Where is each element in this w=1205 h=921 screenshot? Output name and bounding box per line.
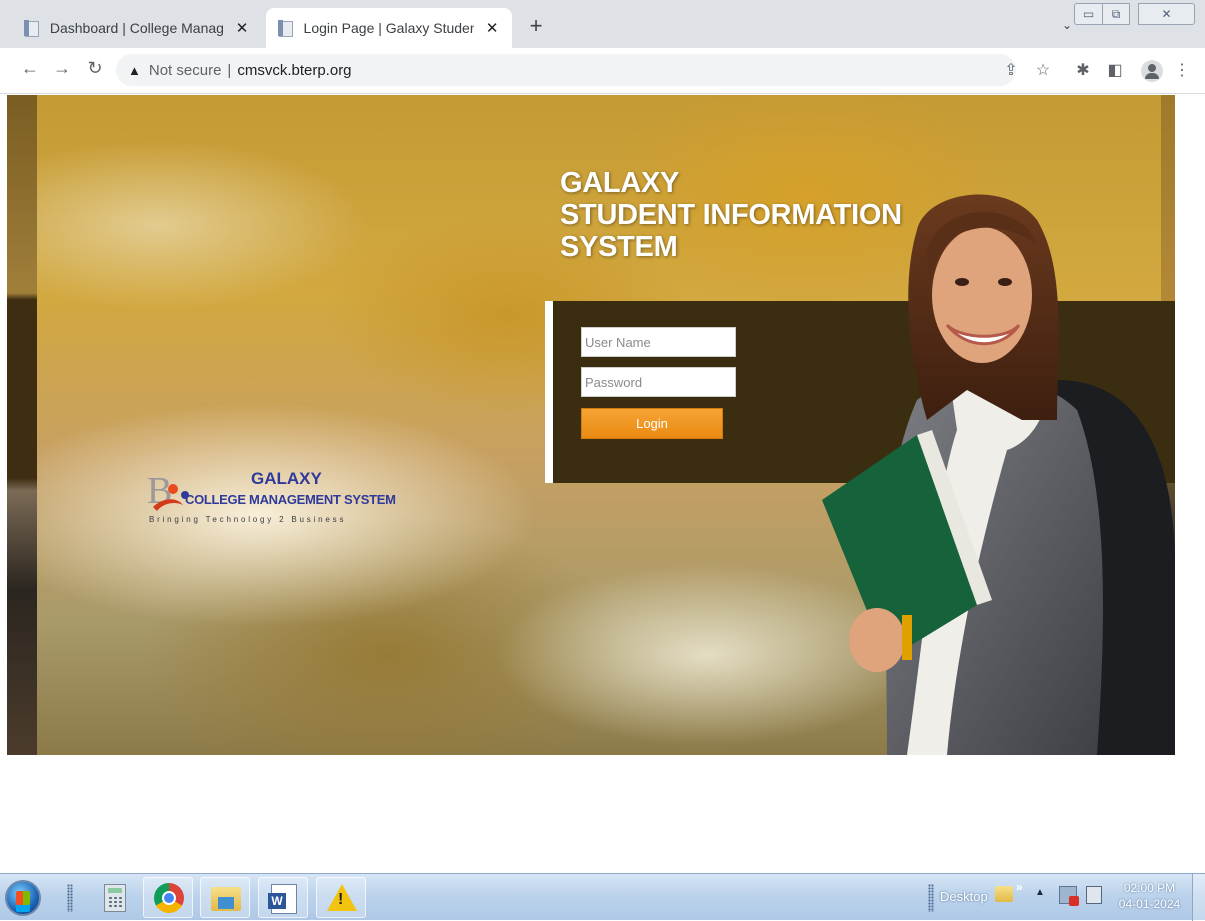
logo-tagline: Bringing Technology 2 Business [149,515,347,524]
taskbar-app-warning[interactable] [316,877,366,918]
logo-mark-icon: B [147,471,189,512]
tab-login-page[interactable]: Login Page | Galaxy Student Information … [266,8,512,48]
show-desktop-button[interactable] [1192,874,1205,921]
tab-title: Dashboard | College Management System [49,20,224,36]
password-input[interactable] [581,367,736,397]
tray-grip [928,884,934,912]
logo-name-cms: COLLEGE MANAGEMENT SYSTEM [185,492,396,507]
network-disconnected-icon[interactable] [1059,886,1079,906]
taskbar-grip [67,884,73,912]
taskbar-app-chrome[interactable] [143,877,193,918]
tab-title: Login Page | Galaxy Student Information … [303,20,475,36]
clock-time: 02:00 PM [1123,881,1176,895]
chrome-icon [154,883,184,913]
login-button[interactable]: Login [581,408,723,439]
display-icon[interactable] [1086,886,1102,904]
tab-search-chevron-icon[interactable]: ⌄ [1062,18,1072,32]
desktop-toolbar-label[interactable]: Desktop [940,889,988,904]
address-bar[interactable]: ▲ Not secure | cmsvck.bterp.org [116,54,1016,86]
galaxy-logo: B GALAXY COLLEGE MANAGEMENT SYSTEM Bring… [147,467,396,537]
tab-dashboard[interactable]: Dashboard | College Management System ✕ [12,8,262,48]
word-icon [268,884,297,914]
close-icon[interactable]: ✕ [484,19,500,37]
taskbar-app-calculator[interactable] [90,877,140,918]
minimize-button[interactable]: ▭ [1074,3,1103,25]
forward-arrow-icon[interactable]: → [50,58,74,79]
side-panel-icon[interactable]: ◧ [1104,60,1126,80]
windows-taskbar: Desktop » ▲ 02:00 PM 04-01-2024 [0,873,1205,921]
new-tab-button[interactable]: + [524,15,548,39]
page-icon [278,20,294,37]
window-controls: ▭ ⧉ ✕ [1074,3,1198,25]
menu-kebab-icon[interactable]: ⋮ [1171,60,1193,80]
clock-date: 04-01-2024 [1118,897,1181,911]
profile-avatar-icon[interactable] [1141,60,1163,82]
security-status[interactable]: Not secure [149,62,222,79]
bookmark-star-icon[interactable]: ☆ [1032,60,1054,80]
show-hidden-icons-arrow-icon[interactable]: ▲ [1035,887,1045,898]
warning-triangle-icon[interactable]: ▲ [128,63,141,78]
student-photo [822,194,1175,755]
back-arrow-icon[interactable]: ← [18,58,42,79]
browser-tab-bar: Dashboard | College Management System ✕ … [0,0,1205,48]
browser-toolbar: ← → ↻ ▲ Not secure | cmsvck.bterp.org ⇪ … [0,48,1205,94]
address-separator: | [227,61,232,79]
page-icon [24,20,40,37]
reload-icon[interactable]: ↻ [83,58,107,79]
warning-icon [327,884,357,911]
taskbar-app-word[interactable] [258,877,308,918]
system-clock[interactable]: 02:00 PM 04-01-2024 [1112,880,1187,912]
toolbar-overflow-chevron-icon[interactable]: » [1016,880,1023,894]
close-window-button[interactable]: ✕ [1138,3,1195,25]
file-manager-icon [211,887,241,911]
restore-button[interactable]: ⧉ [1103,3,1130,25]
desktop-folder-icon[interactable] [995,886,1013,902]
logo-name-galaxy: GALAXY [251,469,322,488]
taskbar-app-file-manager[interactable] [200,877,250,918]
share-icon[interactable]: ⇪ [1000,60,1022,80]
left-carousel-edge [7,95,37,755]
calculator-icon [104,884,126,912]
login-hero-banner: GALAXY STUDENT INFORMATION SYSTEM Login [7,95,1175,755]
extensions-puzzle-icon[interactable]: ✱ [1072,60,1094,80]
start-button[interactable] [5,880,41,916]
url-text[interactable]: cmsvck.bterp.org [237,62,351,79]
close-icon[interactable]: ✕ [234,19,250,37]
username-input[interactable] [581,327,736,357]
